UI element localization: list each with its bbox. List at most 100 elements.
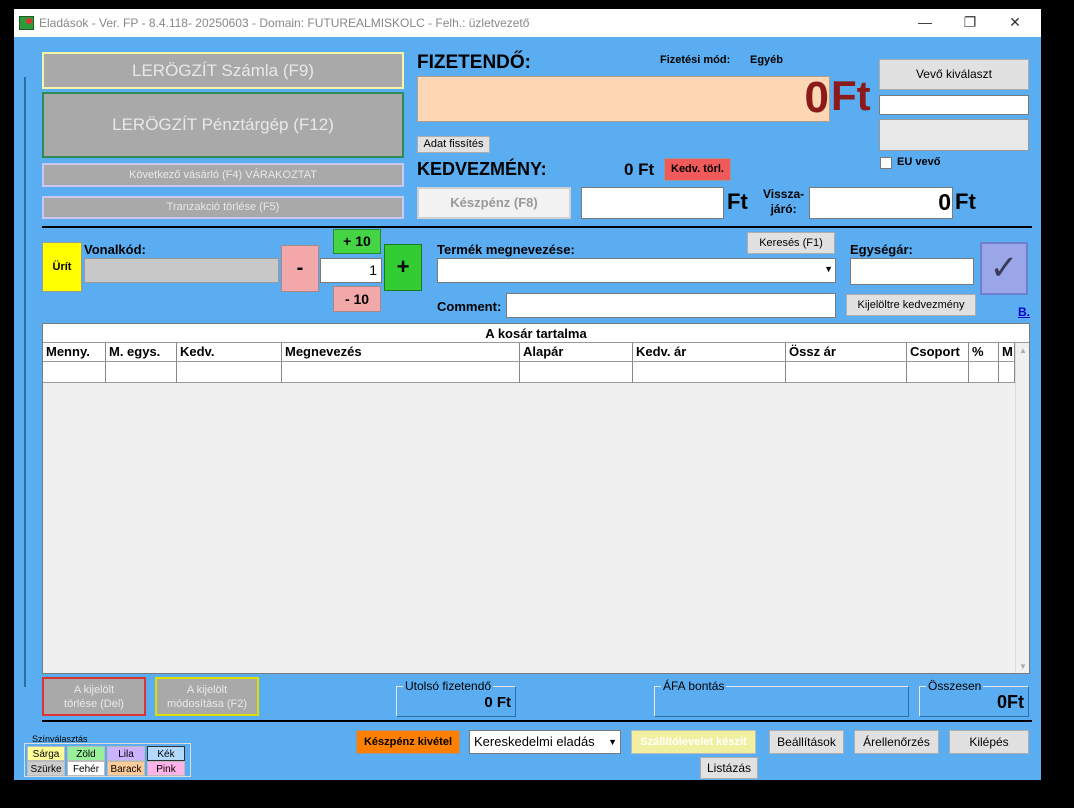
fizetesi-mod-label: Fizetési mód: xyxy=(660,54,731,66)
termek-select[interactable]: ▼ xyxy=(437,258,836,283)
kijelolt-torlese-button[interactable]: A kijelölt törlése (Del) xyxy=(42,677,146,716)
osszesen-label: Összesen xyxy=(926,679,984,693)
keszpenz-ft-label: Ft xyxy=(727,189,748,214)
color-kek[interactable]: Kék xyxy=(147,746,185,761)
termek-label: Termék megnevezése: xyxy=(437,242,575,257)
visszajaro-label: Vissza- járó: xyxy=(763,187,804,217)
col-menny[interactable]: Menny. xyxy=(43,343,106,383)
app-window: Eladások - Ver. FP - 8.4.118- 20250603 -… xyxy=(14,9,1041,780)
osszesen-group: Összesen 0Ft xyxy=(919,679,1029,717)
afa-bontas-group: ÁFA bontás xyxy=(654,679,909,717)
kereses-button[interactable]: Keresés (F1) xyxy=(747,232,835,254)
kedvezmeny-value: 0 Ft xyxy=(624,160,655,179)
color-zold[interactable]: Zöld xyxy=(67,746,105,761)
szallitolevelet-button[interactable]: Szállítólevelet készít xyxy=(631,730,756,754)
col-ossz-ar[interactable]: Össz ár xyxy=(786,343,907,383)
cart-title: A kosár tartalma xyxy=(43,324,1029,343)
kedv-torl-button[interactable]: Kedv. törl. xyxy=(664,158,731,181)
egysegar-label: Egységár: xyxy=(850,242,913,257)
keszpenz-kivetel-button[interactable]: Készpénz kivétel xyxy=(356,730,460,754)
eu-vevo-label: EU vevő xyxy=(897,156,941,168)
keszpenz-button[interactable]: Készpénz (F8) xyxy=(417,187,571,219)
color-szurke[interactable]: Szürke xyxy=(27,761,65,776)
osszesen-value: 0Ft xyxy=(997,692,1024,712)
sale-type-value: Kereskedelmi eladás xyxy=(474,734,595,749)
col-percent[interactable]: % xyxy=(969,343,999,383)
adat-frissites-button[interactable]: Adat fissítés xyxy=(417,136,490,153)
color-feher[interactable]: Fehér xyxy=(67,761,105,776)
scroll-up-icon[interactable]: ▲ xyxy=(1019,346,1027,355)
fizetesi-mod-value: Egyéb xyxy=(750,54,784,66)
fizetendo-currency: Ft xyxy=(831,72,871,119)
header-divider xyxy=(43,361,1015,362)
col-m-egys[interactable]: M. egys. xyxy=(106,343,177,383)
plus-button[interactable]: + xyxy=(384,244,422,291)
confirm-checkmark-button[interactable]: ✓ xyxy=(980,242,1028,295)
keszpenz-input[interactable] xyxy=(581,187,724,219)
utolso-fizetendo-label: Utolsó fizetendő xyxy=(403,679,494,693)
beallitasok-button[interactable]: Beállítások xyxy=(769,730,844,754)
sale-type-select[interactable]: Kereskedelmi eladás ▼ xyxy=(469,730,621,754)
col-alapar[interactable]: Alapár xyxy=(520,343,633,383)
kijelolt-modositasa-button[interactable]: A kijelölt módosítása (F2) xyxy=(155,677,259,716)
kovetkezo-vasarlo-button[interactable]: Következő vásárló (F4) VÁRAKOZTAT xyxy=(42,163,404,187)
vonalkod-label: Vonalkód: xyxy=(84,242,146,257)
kilepes-button[interactable]: Kilépés xyxy=(949,730,1029,754)
col-kedv[interactable]: Kedv. xyxy=(177,343,282,383)
b-link[interactable]: B. xyxy=(1018,305,1030,319)
vevo-name-field[interactable] xyxy=(879,95,1029,115)
maximize-icon[interactable]: ❐ xyxy=(947,9,993,37)
comment-label: Comment: xyxy=(437,299,502,314)
visszajaro-display: 0 xyxy=(809,187,953,219)
color-sarga[interactable]: Sárga xyxy=(27,746,65,761)
utolso-fizetendo-value: 0 Ft xyxy=(484,694,511,711)
minus10-button[interactable]: - 10 xyxy=(333,286,381,312)
vevo-details-field xyxy=(879,119,1029,151)
eu-vevo-checkbox[interactable] xyxy=(880,157,892,169)
egysegar-input[interactable] xyxy=(850,258,974,285)
utolso-fizetendo-group: Utolsó fizetendő 0 Ft xyxy=(396,679,516,717)
fizetendo-amount: 0 xyxy=(804,73,829,122)
cart-header-row: Menny. M. egys. Kedv. Megnevezés Alapár … xyxy=(43,343,1015,383)
visszajaro-value: 0 xyxy=(938,189,951,215)
vevo-kivalaszt-button[interactable]: Vevő kiválaszt xyxy=(879,59,1029,90)
scroll-down-icon[interactable]: ▼ xyxy=(1019,662,1027,671)
visszajaro-label-line2: járó: xyxy=(770,202,797,216)
close-icon[interactable]: ✕ xyxy=(992,9,1038,37)
col-m[interactable]: M xyxy=(999,343,1015,383)
minus-button[interactable]: - xyxy=(281,245,319,292)
lerogzit-penztargep-button[interactable]: LERÖGZÍT Pénztárgép (F12) xyxy=(42,92,404,158)
arellenorzes-button[interactable]: Árellenőrzés xyxy=(854,730,939,754)
col-kedv-ar[interactable]: Kedv. ár xyxy=(633,343,786,383)
vonalkod-input[interactable] xyxy=(84,258,279,283)
window-title: Eladások - Ver. FP - 8.4.118- 20250603 -… xyxy=(39,16,530,30)
col-csoport[interactable]: Csoport xyxy=(907,343,969,383)
sale-type-chevron-down-icon: ▼ xyxy=(608,737,617,747)
col-megnevezes[interactable]: Megnevezés xyxy=(282,343,520,383)
comment-input[interactable] xyxy=(506,293,836,318)
cart-grid[interactable]: A kosár tartalma Menny. M. egys. Kedv. M… xyxy=(42,323,1030,674)
color-chooser: Színválasztás Sárga Zöld Lila Kék Szürke… xyxy=(22,734,191,777)
title-bar: Eladások - Ver. FP - 8.4.118- 20250603 -… xyxy=(14,9,1041,37)
color-lila[interactable]: Lila xyxy=(107,746,145,761)
listazas-button[interactable]: Listázás xyxy=(700,757,758,779)
quantity-input[interactable]: 1 xyxy=(320,258,382,283)
plus10-button[interactable]: + 10 xyxy=(333,229,381,254)
visszajaro-currency: Ft xyxy=(955,189,976,214)
urit-button[interactable]: Ürít xyxy=(42,242,82,292)
lerogzit-szamla-button[interactable]: LERÖGZÍT Számla (F9) xyxy=(42,52,404,89)
top-separator xyxy=(42,226,1032,228)
tranzakcio-torlese-button[interactable]: Tranzakció törlése (F5) xyxy=(42,196,404,219)
visszajaro-label-line1: Vissza- xyxy=(763,187,805,201)
minimize-icon[interactable]: — xyxy=(902,9,948,37)
fizetendo-label: FIZETENDŐ: xyxy=(417,52,531,73)
kedvezmeny-label: KEDVEZMÉNY: xyxy=(417,159,547,179)
color-pink[interactable]: Pink xyxy=(147,761,185,776)
chevron-down-icon: ▼ xyxy=(824,264,833,274)
cart-scrollbar[interactable]: ▲ ▼ xyxy=(1015,343,1029,673)
color-barack[interactable]: Barack xyxy=(107,761,145,776)
bottom-separator xyxy=(42,720,1032,722)
app-logo-icon xyxy=(19,16,34,30)
kijeloltre-kedvezmeny-button[interactable]: Kijelöltre kedvezmény xyxy=(846,294,976,316)
afa-bontas-label: ÁFA bontás xyxy=(661,679,727,693)
